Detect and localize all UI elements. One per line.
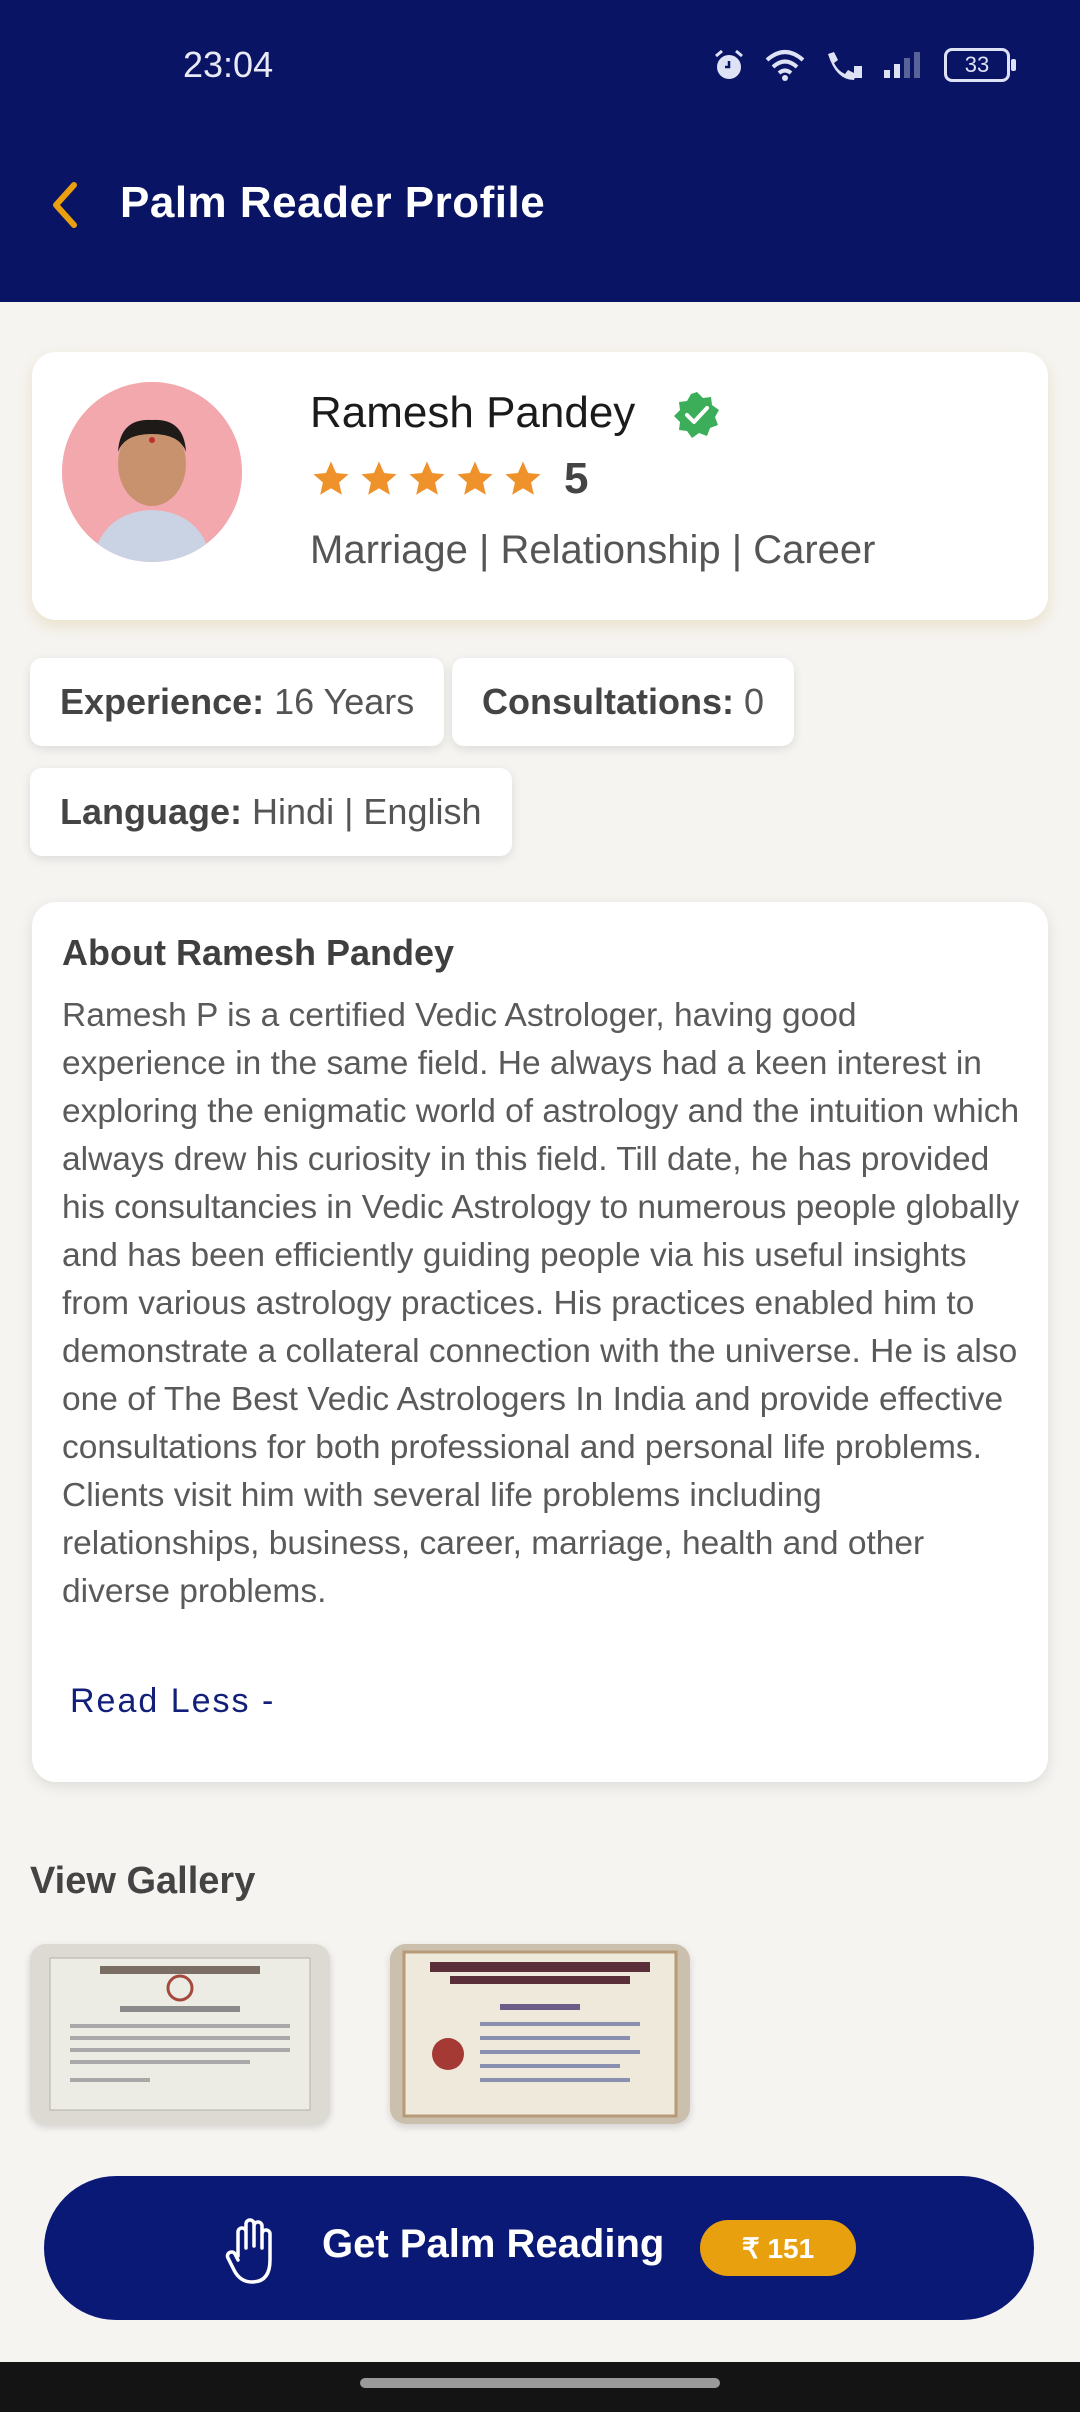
back-arrow-icon[interactable] [42, 175, 92, 235]
app-header: 23:04 33 Palm Reader Profile [0, 0, 1080, 302]
experience-value: 16 Years [274, 681, 415, 722]
palm-hand-icon [225, 2218, 272, 2284]
consultations-value: 0 [744, 681, 765, 722]
certificate-image [390, 1944, 690, 2124]
signal-icon [884, 52, 920, 78]
about-card: About Ramesh Pandey Ramesh P is a certif… [32, 902, 1048, 1782]
rating-stars [310, 458, 544, 500]
consultations-chip: Consultations: 0 [452, 658, 795, 746]
language-chip: Language: Hindi | English [30, 768, 512, 856]
reader-name: Ramesh Pandey [310, 388, 636, 437]
about-text: Ramesh P is a certified Vedic Astrologer… [62, 997, 1020, 1610]
avatar-portrait [62, 382, 242, 562]
page-title: Palm Reader Profile [120, 178, 546, 227]
experience-chip: Experience: 16 Years [30, 658, 445, 746]
price-badge: ₹ 151 [700, 2220, 856, 2276]
wifi-call-icon [828, 52, 862, 80]
certificate-image [30, 1944, 330, 2124]
star-icon [457, 461, 493, 495]
gallery-image-federation-certificate[interactable] [390, 1944, 690, 2124]
star-icon [505, 461, 541, 495]
language-label: Language: [60, 791, 243, 832]
profile-card: Ramesh Pandey 5 Marriage | Relationship … [32, 352, 1048, 620]
home-gesture-pill[interactable] [360, 2378, 720, 2388]
verified-badge-icon [674, 392, 719, 438]
specialties: Marriage | Relationship | Career [310, 528, 876, 572]
status-icons: 33 [712, 48, 1016, 82]
consultations-label: Consultations: [482, 681, 734, 722]
star-icon [361, 461, 397, 495]
get-palm-reading-button[interactable]: Get Palm Reading ₹ 151 [44, 2176, 1034, 2320]
rating-value: 5 [564, 454, 589, 503]
read-less-link[interactable]: Read Less - [70, 1682, 275, 1721]
avatar [62, 382, 242, 562]
star-icon [313, 461, 349, 495]
star-icon [409, 461, 445, 495]
system-nav-bar [0, 2362, 1080, 2412]
gallery-title: View Gallery [30, 1860, 256, 1902]
experience-label: Experience: [60, 681, 265, 722]
battery-indicator: 33 [944, 48, 1016, 82]
wifi-icon [765, 50, 805, 81]
language-value: Hindi | English [252, 791, 482, 832]
about-title: About Ramesh Pandey [62, 932, 455, 973]
status-time: 23:04 [183, 44, 274, 85]
gallery-image-certificate[interactable] [30, 1944, 330, 2124]
cta-label: Get Palm Reading [322, 2222, 665, 2266]
alarm-icon [715, 49, 743, 79]
